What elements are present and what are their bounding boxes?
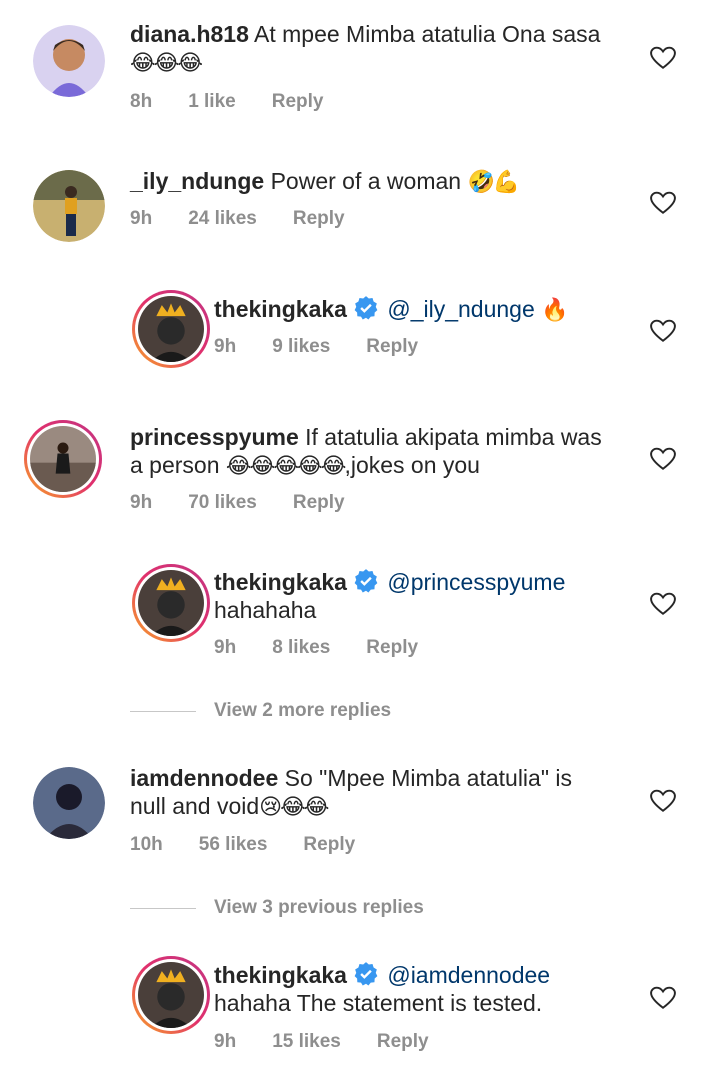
comment-time: 8h [130, 91, 153, 112]
mention-link[interactable]: @princesspyume [387, 569, 565, 595]
comment-emoji: 😂😂😂 [130, 51, 203, 76]
heart-icon[interactable] [650, 447, 676, 471]
heart-icon[interactable] [650, 592, 676, 616]
comment-time: 9h [214, 1031, 237, 1052]
comment-time: 9h [130, 208, 153, 229]
like-count[interactable]: 24 likes [188, 208, 257, 229]
like-count[interactable]: 56 likes [199, 834, 268, 855]
like-count[interactable]: 70 likes [188, 492, 257, 513]
comment-emoji: 😢😂😂 [259, 795, 329, 820]
verified-icon [354, 296, 378, 320]
reply-button[interactable]: Reply [272, 91, 324, 112]
divider [130, 710, 196, 712]
comment-text: At mpee Mimba atatulia Ona sasa [254, 21, 601, 47]
username[interactable]: iamdennodee [130, 765, 278, 791]
view-more-label[interactable]: View 3 previous replies [214, 897, 424, 919]
view-more-replies[interactable]: View 2 more replies [130, 700, 391, 722]
mention-link[interactable]: @iamdennodee [387, 962, 550, 988]
comment-text: Power of a woman [270, 168, 462, 194]
comment-emoji: 🤣💪 [467, 170, 520, 195]
avatar[interactable] [33, 25, 105, 97]
comment-text: If atatulia akipata mimba was [305, 424, 602, 450]
comment-text: hahaha The statement is tested. [214, 990, 543, 1016]
username[interactable]: princesspyume [130, 424, 299, 450]
like-count[interactable]: 1 like [188, 91, 236, 112]
verified-icon [354, 962, 378, 986]
comment-text: a person [130, 452, 220, 478]
comment-text: So "Mpee Mimba atatulia" is [284, 765, 572, 791]
view-more-label[interactable]: View 2 more replies [214, 700, 391, 722]
like-count[interactable]: 9 likes [272, 336, 330, 357]
heart-icon[interactable] [650, 789, 676, 813]
heart-icon[interactable] [650, 986, 676, 1010]
verified-icon [354, 569, 378, 593]
view-previous-replies[interactable]: View 3 previous replies [130, 897, 424, 919]
avatar[interactable] [24, 420, 102, 498]
heart-icon[interactable] [650, 191, 676, 215]
username[interactable]: diana.h818 [130, 21, 249, 47]
like-count[interactable]: 8 likes [272, 637, 330, 658]
username[interactable]: _ily_ndunge [130, 168, 264, 194]
reply-button[interactable]: Reply [377, 1031, 429, 1052]
reply-button[interactable]: Reply [366, 336, 418, 357]
reply-button[interactable]: Reply [293, 208, 345, 229]
comment-text: hahahaha [214, 597, 317, 623]
reply-button[interactable]: Reply [303, 834, 355, 855]
comment-time: 9h [130, 492, 153, 513]
divider [130, 907, 196, 909]
comment-time: 10h [130, 834, 163, 855]
heart-icon[interactable] [650, 46, 676, 70]
comment-emoji: 😂😂😂😂😂 [225, 454, 347, 479]
like-count[interactable]: 15 likes [272, 1031, 341, 1052]
comment-time: 9h [214, 637, 237, 658]
comment-time: 9h [214, 336, 237, 357]
username[interactable]: thekingkaka [214, 569, 347, 595]
username[interactable]: thekingkaka [214, 296, 347, 322]
reply-button[interactable]: Reply [293, 492, 345, 513]
mention-link[interactable]: @_ily_ndunge [387, 296, 534, 322]
avatar[interactable] [33, 767, 105, 839]
avatar[interactable] [132, 564, 210, 642]
username[interactable]: thekingkaka [214, 962, 347, 988]
comment-text: ,jokes on you [344, 452, 480, 478]
heart-icon[interactable] [650, 319, 676, 343]
comment-text: null and void [130, 793, 260, 819]
reply-button[interactable]: Reply [366, 637, 418, 658]
avatar[interactable] [33, 170, 105, 242]
comment-emoji: 🔥 [541, 298, 568, 323]
avatar[interactable] [132, 290, 210, 368]
avatar[interactable] [132, 956, 210, 1034]
